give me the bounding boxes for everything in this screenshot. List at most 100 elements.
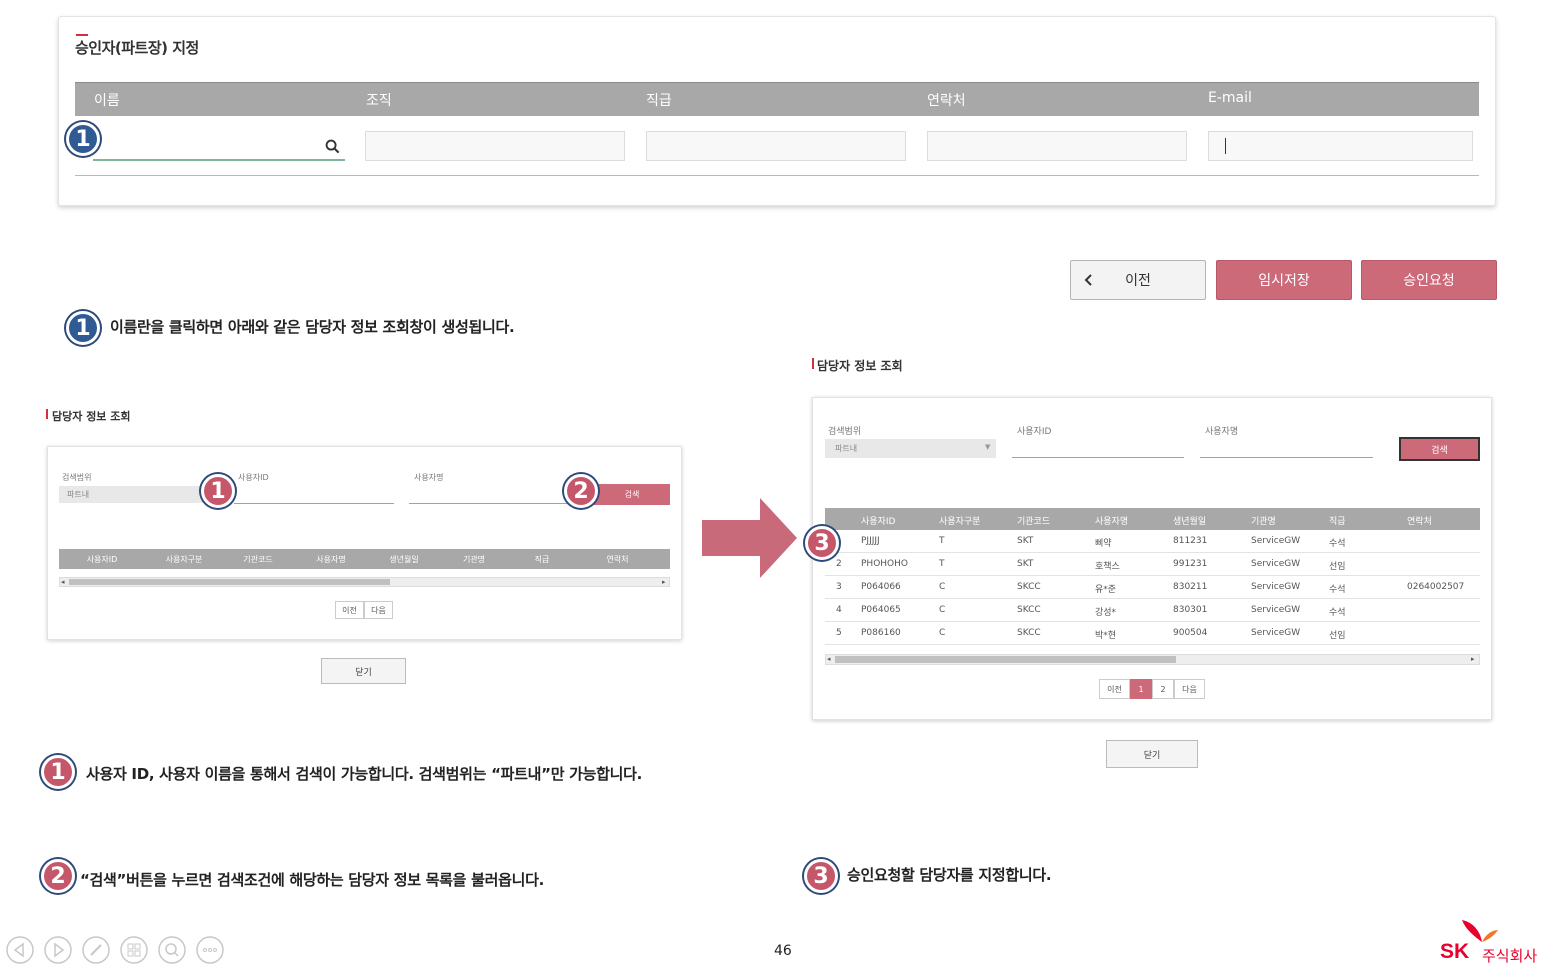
big-col-user-type: 사용자구분: [939, 517, 981, 527]
row-user-name: 강성*: [1095, 608, 1117, 618]
row-org-name: ServiceGW: [1251, 559, 1301, 569]
row-user-type: C: [939, 628, 946, 638]
contact-field[interactable]: [927, 131, 1187, 161]
row-divider: [75, 175, 1479, 176]
approve-request-button[interactable]: 승인요청: [1361, 260, 1497, 300]
zoom-icon[interactable]: [158, 936, 186, 964]
small-col-user-id: 사용자ID: [86, 555, 118, 564]
row-org-code: SKCC: [1017, 628, 1041, 638]
big-search-button[interactable]: 검색: [1399, 437, 1480, 461]
big-scope-select[interactable]: 파트내: [825, 439, 996, 458]
small-close-button[interactable]: 닫기: [321, 658, 406, 684]
big-scroll-thumb[interactable]: [835, 656, 1176, 663]
big-user-id-label: 사용자ID: [1017, 427, 1052, 437]
row-org-name: ServiceGW: [1251, 536, 1301, 546]
small-user-id-input[interactable]: [234, 503, 394, 504]
row-birth: 830301: [1173, 605, 1208, 615]
big-pager-page-1[interactable]: 1: [1130, 679, 1152, 699]
row-user-name: 박*현: [1095, 631, 1117, 641]
small-grid-header-cells: 사용자ID 사용자구분 기관코드 사용자명 생년월일 기관명 직급 연락처: [59, 554, 670, 565]
big-scope-label: 검색범위: [828, 427, 862, 437]
big-scroll-left-icon[interactable]: ◂: [827, 655, 831, 663]
step2-description: “검색”버튼을 누르면 검색조건에 해당하는 담당자 정보 목록을 불러옵니다.: [80, 871, 544, 889]
big-col-rank: 직급: [1329, 517, 1346, 527]
organization-field[interactable]: [365, 131, 625, 161]
small-scroll-left-icon[interactable]: ◂: [61, 578, 65, 586]
step1-description: 사용자 ID, 사용자 이름을 통해서 검색이 가능합니다. 검색범위는 “파트…: [86, 765, 643, 783]
row-org-code: SKCC: [1017, 605, 1041, 615]
search-icon[interactable]: [325, 139, 340, 154]
big-title-bar: [812, 358, 814, 369]
table-row[interactable]: [825, 553, 1480, 576]
big-user-id-input[interactable]: [1012, 457, 1184, 458]
big-col-org-name: 기관명: [1251, 517, 1276, 527]
previous-slide-icon[interactable]: [6, 936, 34, 964]
sk-logo: SK 주식회사: [1440, 918, 1550, 966]
step-badge-1-small: 1: [201, 474, 235, 508]
rank-field[interactable]: [646, 131, 906, 161]
text-caret: [1225, 138, 1226, 154]
approver-column-header: [75, 82, 1479, 116]
slides-grid-icon[interactable]: [120, 936, 148, 964]
small-col-birth: 생년월일: [389, 555, 419, 564]
approver-name-input[interactable]: [93, 131, 345, 161]
table-row[interactable]: [825, 576, 1480, 599]
approver-title: 승인자(파트장) 지정: [75, 39, 199, 57]
small-search-button[interactable]: 검색: [594, 484, 670, 505]
chevron-left-icon: [1084, 274, 1092, 286]
table-row[interactable]: [825, 622, 1480, 645]
row-birth: 811231: [1173, 536, 1208, 546]
arrow-right-icon: [702, 498, 797, 578]
temp-save-button[interactable]: 임시저장: [1216, 260, 1352, 300]
table-row[interactable]: [825, 599, 1480, 622]
step3-description: 승인요청할 담당자를 지정합니다.: [847, 866, 1052, 884]
step-badge-1: 1: [66, 122, 100, 156]
row-user-type: C: [939, 605, 946, 615]
small-pager-next[interactable]: 다음: [364, 601, 393, 619]
sk-logo-text: 주식회사: [1482, 947, 1538, 965]
row-user-id: P086160: [861, 628, 901, 638]
prev-button-label: 이전: [1125, 273, 1151, 289]
small-dialog-title: 담당자 정보 조회: [52, 410, 131, 423]
row-user-name: 유*준: [1095, 585, 1117, 595]
next-slide-icon[interactable]: [44, 936, 72, 964]
row-user-id: P064066: [861, 582, 901, 592]
step-badge-2-small: 2: [564, 474, 598, 508]
big-scroll-right-icon[interactable]: ▸: [1471, 655, 1475, 663]
small-pager-prev[interactable]: 이전: [335, 601, 364, 619]
column-contact: 연락처: [927, 93, 966, 109]
more-options-icon[interactable]: [196, 936, 224, 964]
small-user-name-input[interactable]: [409, 503, 569, 504]
pen-icon[interactable]: [82, 936, 110, 964]
row-no: 3: [836, 582, 842, 592]
big-close-button[interactable]: 닫기: [1106, 740, 1198, 768]
big-pager-prev[interactable]: 이전: [1099, 679, 1130, 699]
step-badge-3-desc: 3: [804, 859, 838, 893]
step-badge-1-desc: 1: [41, 755, 75, 789]
step-badge-1-intro: 1: [66, 311, 100, 345]
big-user-name-input[interactable]: [1200, 457, 1373, 458]
row-rank: 선임: [1329, 631, 1346, 641]
big-pager-page-2[interactable]: 2: [1152, 679, 1174, 699]
column-email: E-mail: [1208, 90, 1252, 106]
small-user-id-label: 사용자ID: [238, 473, 269, 482]
big-pager-next[interactable]: 다음: [1174, 679, 1205, 699]
row-rank: 수석: [1329, 585, 1346, 595]
row-user-id: PJJJJJ: [861, 536, 880, 546]
small-scroll-thumb[interactable]: [69, 579, 390, 585]
row-rank: 선임: [1329, 562, 1346, 572]
email-field[interactable]: [1208, 131, 1473, 161]
row-no: 5: [836, 628, 842, 638]
table-row[interactable]: [825, 530, 1480, 553]
row-org-code: SKT: [1017, 559, 1034, 569]
small-scope-select[interactable]: 파트내: [59, 486, 209, 503]
row-rank: 수석: [1329, 608, 1346, 618]
prev-button[interactable]: 이전: [1070, 260, 1206, 300]
column-organization: 조직: [366, 93, 392, 109]
small-col-org-code: 기관코드: [243, 555, 273, 564]
row-org-name: ServiceGW: [1251, 628, 1301, 638]
small-scroll-right-icon[interactable]: ▸: [662, 578, 666, 586]
row-user-name: 호책스: [1095, 562, 1120, 572]
big-scope-dropdown-icon[interactable]: ▼: [985, 443, 990, 451]
step-badge-2-desc: 2: [41, 859, 75, 893]
